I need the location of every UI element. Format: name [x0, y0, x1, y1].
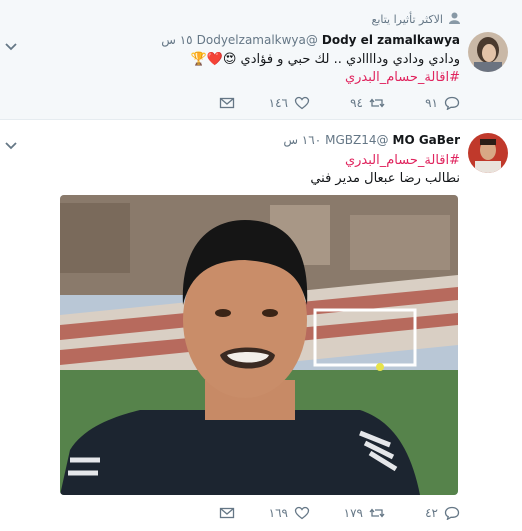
like-button[interactable]: ١٤٦ — [235, 96, 310, 110]
reply-button[interactable]: ٩١ — [385, 96, 460, 111]
reply-count: ٩١ — [425, 96, 438, 110]
tweet-header: Dody el zamalkawya @Dodyelzamalkwya ١٥ س — [161, 33, 460, 47]
display-name[interactable]: MO GaBer — [393, 133, 460, 147]
social-context: الاكثر تأثيرا يتابع — [371, 12, 460, 27]
hashtag-link[interactable]: #اقالة_حسام_البدري — [190, 69, 460, 87]
hashtag-link[interactable]: #اقالة_حسام_البدري — [310, 152, 460, 170]
reply-icon — [444, 96, 460, 111]
tweet-text: #اقالة_حسام_البدري نطالب رضا عبعال مدير … — [310, 152, 460, 188]
timestamp[interactable]: ١٦٠ س — [283, 133, 321, 147]
reply-icon — [444, 506, 460, 521]
tweet-1[interactable]: الاكثر تأثيرا يتابع Dody el zamalkawya @… — [0, 0, 522, 120]
direct-message-button[interactable] — [205, 506, 235, 520]
chevron-down-icon[interactable] — [4, 136, 18, 150]
person-icon — [449, 12, 460, 27]
tweet-header: MO GaBer @MGBZ14 ١٦٠ س — [283, 133, 460, 147]
like-count: ١٤٦ — [268, 96, 288, 110]
tweet-actions: ٤٢ ١٧٩ ١٦٩ — [205, 506, 460, 521]
avatar[interactable] — [468, 133, 508, 173]
chevron-down-icon[interactable] — [4, 37, 18, 51]
heart-icon — [294, 96, 310, 110]
like-count: ١٦٩ — [268, 506, 288, 520]
retweet-icon — [369, 96, 385, 110]
reply-button[interactable]: ٤٢ — [385, 506, 460, 521]
social-context-text: الاكثر تأثيرا يتابع — [371, 13, 443, 26]
direct-message-button[interactable] — [205, 96, 235, 110]
retweet-count: ٩٤ — [350, 96, 363, 110]
tweet-actions: ٩١ ٩٤ ١٤٦ — [205, 96, 460, 111]
tweet-text-line: ودادي ودادي وداااادي .. لك حبي و فؤادي 😍… — [190, 52, 460, 67]
tweet-text: ودادي ودادي وداااادي .. لك حبي و فؤادي 😍… — [190, 51, 460, 87]
retweet-count: ١٧٩ — [343, 506, 363, 520]
user-handle[interactable]: @MGBZ14 — [325, 133, 388, 147]
heart-icon — [294, 506, 310, 520]
reply-count: ٤٢ — [425, 506, 438, 520]
tweet-2[interactable]: MO GaBer @MGBZ14 ١٦٠ س #اقالة_حسام_البدر… — [0, 120, 522, 531]
user-handle[interactable]: @Dodyelzamalkwya — [197, 33, 318, 47]
avatar[interactable] — [468, 32, 508, 72]
display-name[interactable]: Dody el zamalkawya — [322, 33, 460, 47]
tweet-photo[interactable] — [60, 195, 458, 495]
tweet-text-line: نطالب رضا عبعال مدير فني — [310, 171, 460, 186]
envelope-icon — [219, 96, 235, 110]
timestamp[interactable]: ١٥ س — [161, 33, 192, 47]
envelope-icon — [219, 506, 235, 520]
retweet-button[interactable]: ١٧٩ — [310, 506, 385, 520]
like-button[interactable]: ١٦٩ — [235, 506, 310, 520]
retweet-button[interactable]: ٩٤ — [310, 96, 385, 110]
retweet-icon — [369, 506, 385, 520]
